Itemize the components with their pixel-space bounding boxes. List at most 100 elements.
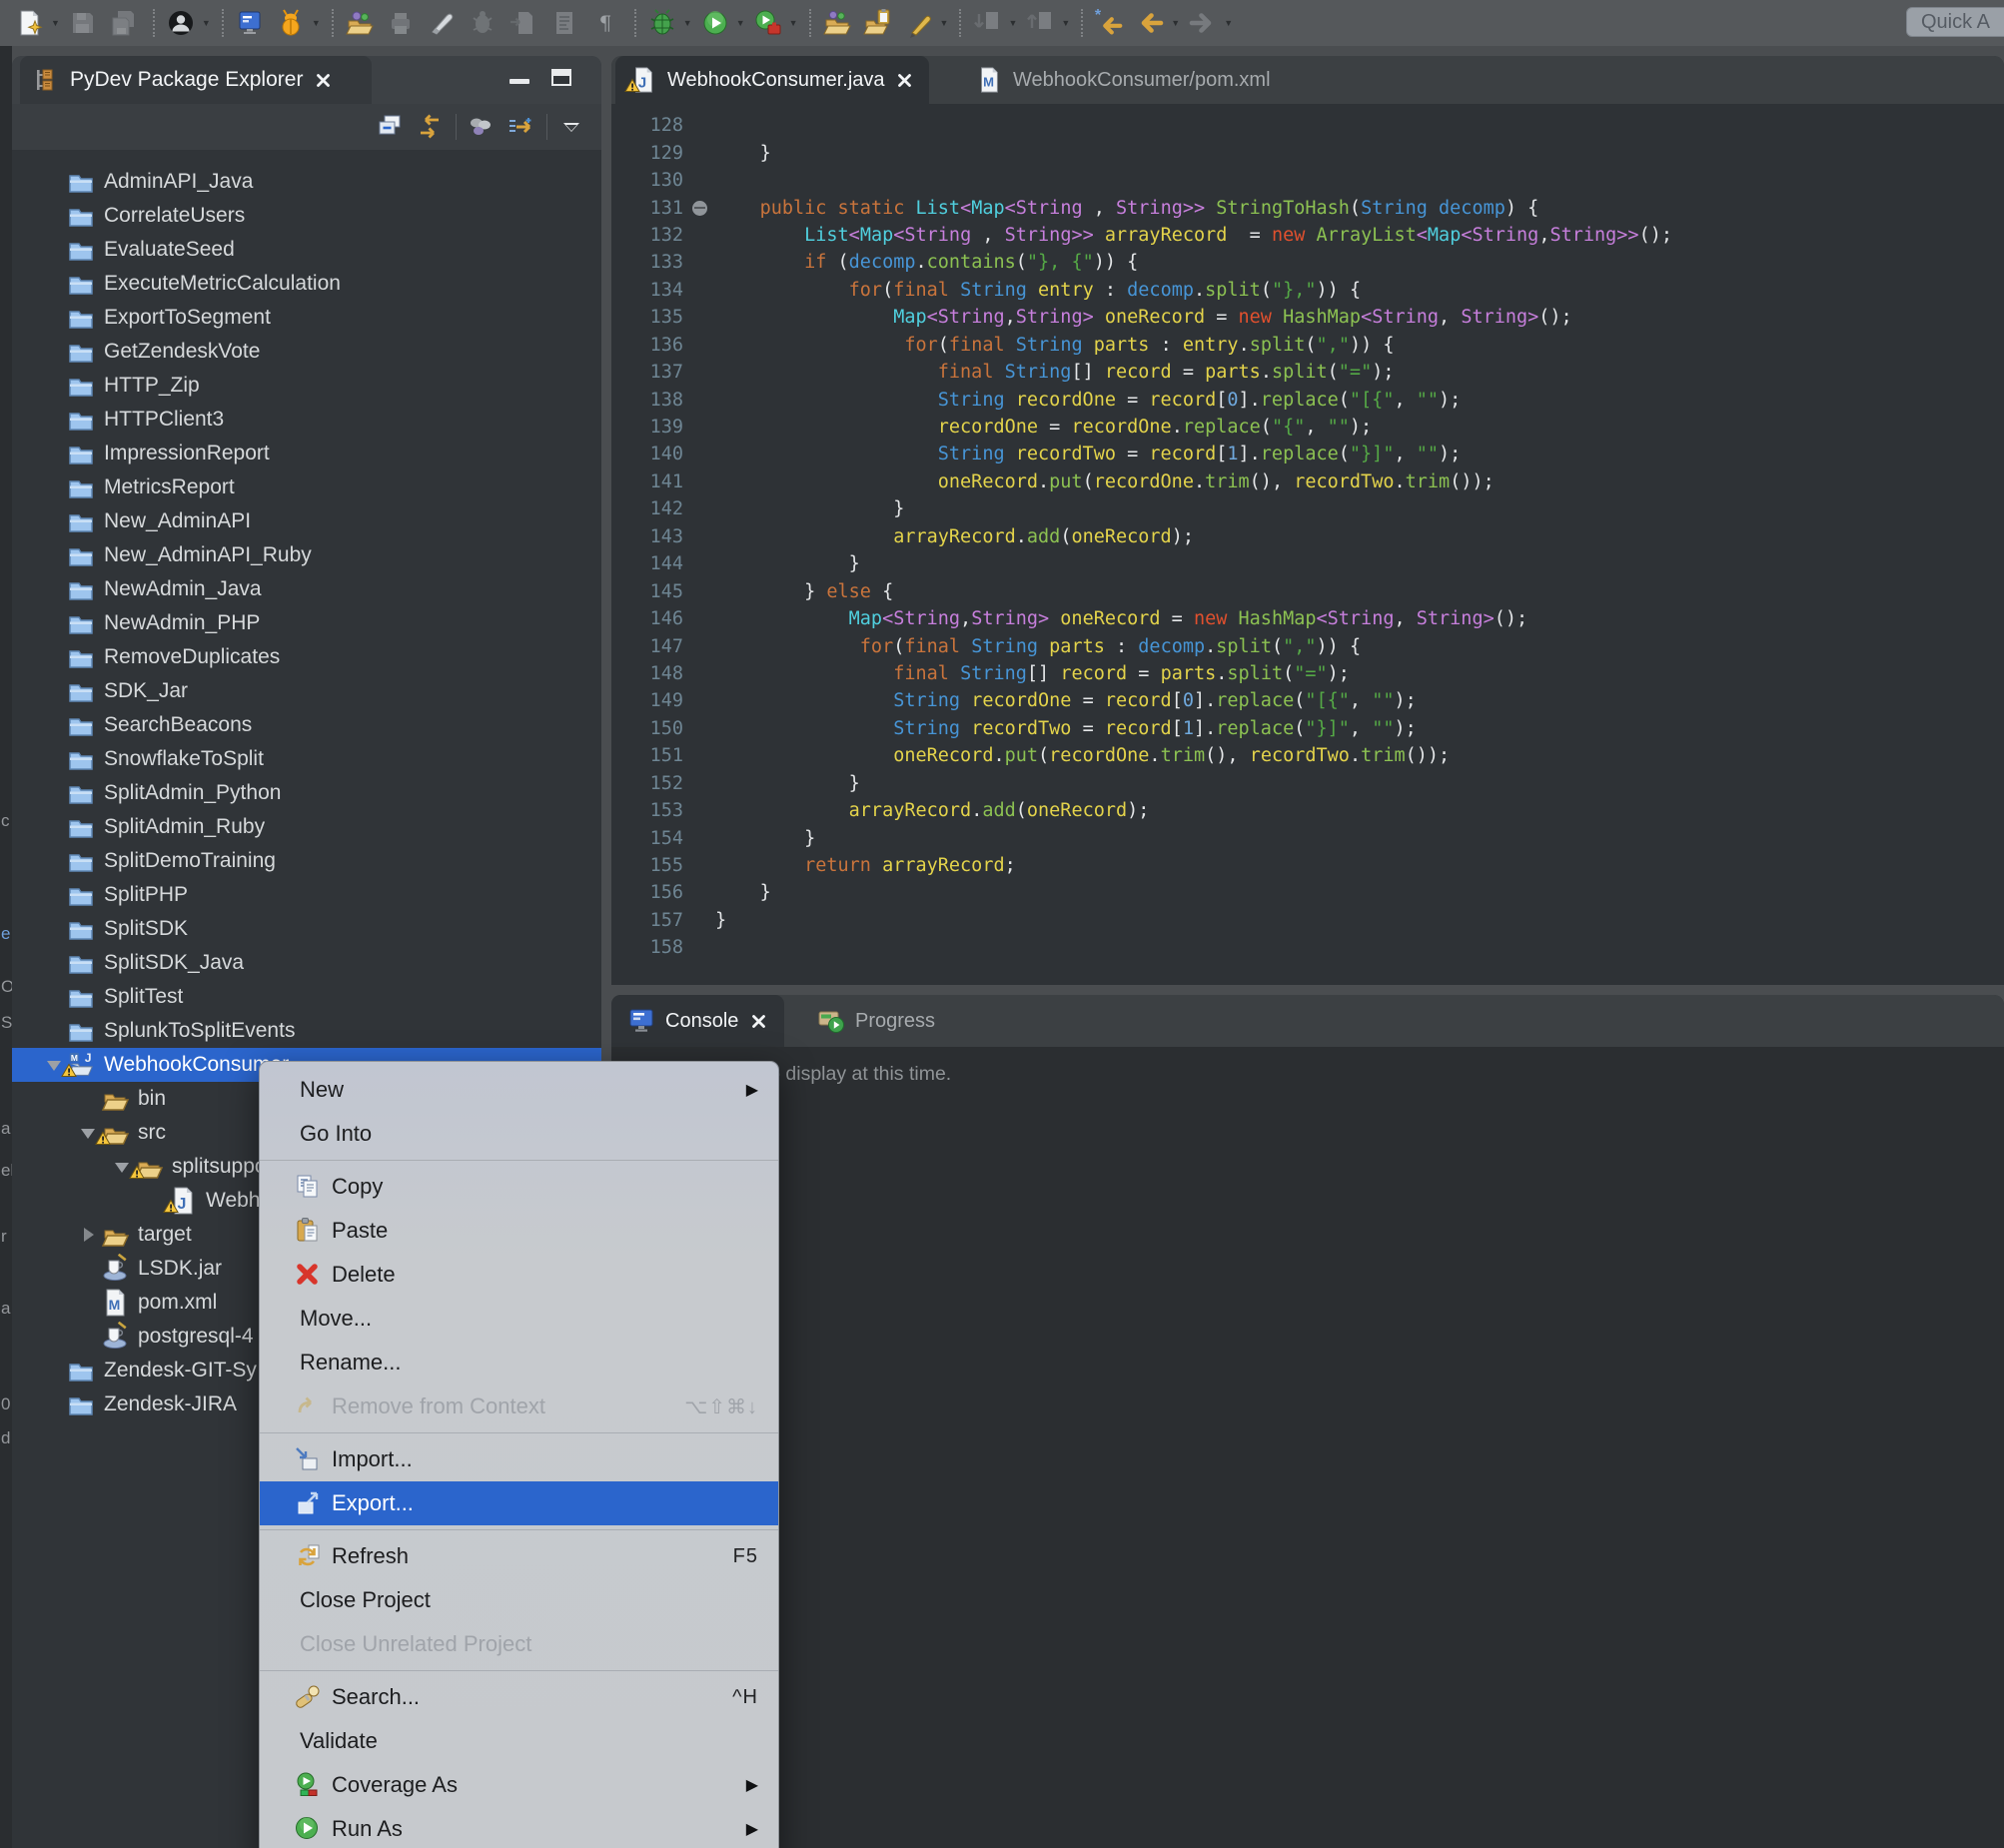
- focus-task-icon[interactable]: [504, 111, 536, 143]
- close-icon[interactable]: [895, 70, 915, 90]
- terminal-icon[interactable]: [234, 7, 266, 39]
- tree-item-searchbeacons[interactable]: SearchBeacons: [12, 708, 601, 742]
- tree-item-splitadmin-ruby[interactable]: SplitAdmin_Ruby: [12, 810, 601, 844]
- new-wizard-icon[interactable]: [14, 7, 46, 39]
- menu-item-import[interactable]: Import...: [260, 1437, 778, 1481]
- tree-item-metricsreport[interactable]: MetricsReport: [12, 470, 601, 504]
- tree-item-splitdemotraining[interactable]: SplitDemoTraining: [12, 844, 601, 878]
- menu-item-close-project[interactable]: Close Project: [260, 1578, 778, 1622]
- menu-item-validate[interactable]: Validate: [260, 1719, 778, 1763]
- chevron-right-icon[interactable]: [76, 1225, 100, 1245]
- tree-item-label: HTTP_Zip: [104, 374, 200, 398]
- tab-pydev-package-explorer[interactable]: PyDev Package Explorer: [20, 56, 372, 104]
- link-editor-icon[interactable]: [414, 111, 446, 143]
- folder-blue-icon: [66, 167, 96, 197]
- collapse-all-icon[interactable]: [374, 111, 406, 143]
- bug-orange-icon[interactable]: [275, 7, 307, 39]
- view-menu-icon[interactable]: [555, 111, 587, 143]
- console-tab-progress[interactable]: Progress: [801, 995, 961, 1047]
- run-icon[interactable]: [699, 7, 731, 39]
- menu-item-search[interactable]: Search...^H: [260, 1675, 778, 1719]
- line-number: 143: [611, 526, 683, 547]
- user-profile-dropdown-icon[interactable]: ▼: [202, 18, 211, 28]
- menu-item-move[interactable]: Move...: [260, 1297, 778, 1341]
- debug-dropdown-icon[interactable]: ▼: [683, 18, 692, 28]
- tree-item-splitphp[interactable]: SplitPHP: [12, 878, 601, 912]
- folder-balls-icon[interactable]: [821, 7, 853, 39]
- menu-item-coverage-as[interactable]: Coverage As▶: [260, 1763, 778, 1807]
- code-area[interactable]: 128129 }130131 public static List<Map<St…: [611, 104, 2004, 985]
- folder-objects-icon[interactable]: [344, 7, 376, 39]
- tree-item-splitsdk-java[interactable]: SplitSDK_Java: [12, 946, 601, 980]
- debug-icon[interactable]: [646, 7, 678, 39]
- bug-orange-dropdown-icon[interactable]: ▼: [312, 18, 321, 28]
- line-number: 154: [611, 828, 683, 849]
- knife-icon[interactable]: [426, 7, 458, 39]
- menu-item-run-as[interactable]: Run As▶: [260, 1807, 778, 1848]
- line-number: 155: [611, 855, 683, 876]
- tree-item-executemetriccalculation[interactable]: ExecuteMetricCalculation: [12, 267, 601, 301]
- doc-arrow-icon: [507, 7, 539, 39]
- tree-item-splitsdk[interactable]: SplitSDK: [12, 912, 601, 946]
- pilcrow-icon[interactable]: ¶: [589, 7, 621, 39]
- console-body[interactable]: No consoles to display at this time.: [611, 1047, 2004, 1848]
- menu-item-rename[interactable]: Rename...: [260, 1341, 778, 1385]
- toolbar-separator: [153, 9, 155, 37]
- quick-access-box[interactable]: Quick A: [1906, 7, 2004, 37]
- down-doc-dropdown-icon: ▼: [1008, 18, 1017, 28]
- tree-item-httpclient3[interactable]: HTTPClient3: [12, 403, 601, 437]
- tree-item-snowflaketosplit[interactable]: SnowflakeToSplit: [12, 742, 601, 776]
- tree-item-new-adminapi[interactable]: New_AdminAPI: [12, 504, 601, 538]
- tree-item-exporttosegment[interactable]: ExportToSegment: [12, 301, 601, 335]
- new-wizard-dropdown-icon[interactable]: ▼: [51, 18, 60, 28]
- tree-item-sdk-jar[interactable]: SDK_Jar: [12, 674, 601, 708]
- back-icon[interactable]: [1134, 7, 1166, 39]
- package-explorer-toolbar: [12, 104, 601, 150]
- menu-item-go-into[interactable]: Go Into: [260, 1112, 778, 1156]
- tree-item-new-adminapi-ruby[interactable]: New_AdminAPI_Ruby: [12, 538, 601, 572]
- packages-icon[interactable]: [465, 111, 497, 143]
- editor-tab-webhookconsumer-pom-xml[interactable]: MWebhookConsumer/pom.xml: [961, 56, 1295, 104]
- tree-item-splittest[interactable]: SplitTest: [12, 980, 601, 1014]
- menu-item-refresh[interactable]: RefreshF5: [260, 1534, 778, 1578]
- tree-item-label: Zendesk-GIT-Sy: [104, 1359, 257, 1383]
- pen-dropdown-icon[interactable]: ▼: [940, 18, 949, 28]
- console-tab-console[interactable]: Console: [611, 995, 784, 1047]
- folder-clipboard-icon[interactable]: [862, 7, 894, 39]
- tree-item-correlateusers[interactable]: CorrelateUsers: [12, 199, 601, 233]
- tree-item-label: GetZendeskVote: [104, 340, 260, 364]
- close-icon[interactable]: [748, 1011, 768, 1031]
- maximize-icon[interactable]: [551, 69, 571, 86]
- back-dropdown-icon[interactable]: ▼: [1171, 18, 1180, 28]
- minimize-icon[interactable]: [509, 79, 529, 84]
- fold-marker-icon[interactable]: [683, 201, 715, 216]
- tree-item-getzendeskvote[interactable]: GetZendeskVote: [12, 335, 601, 369]
- run-dropdown-icon[interactable]: ▼: [736, 18, 745, 28]
- close-icon[interactable]: [313, 70, 333, 90]
- menu-item-new[interactable]: New▶: [260, 1068, 778, 1112]
- pen-icon[interactable]: [903, 7, 935, 39]
- menu-item-copy[interactable]: Copy: [260, 1165, 778, 1209]
- tree-item-splunktosplitevents[interactable]: SplunkToSplitEvents: [12, 1014, 601, 1048]
- tree-item-splitadmin-python[interactable]: SplitAdmin_Python: [12, 776, 601, 810]
- menu-item-export[interactable]: Export...: [260, 1481, 778, 1525]
- run-external-icon[interactable]: [752, 7, 784, 39]
- tree-item-impressionreport[interactable]: ImpressionReport: [12, 437, 601, 470]
- save-icon: [67, 7, 99, 39]
- tree-item-newadmin-java[interactable]: NewAdmin_Java: [12, 572, 601, 606]
- tree-item-http-zip[interactable]: HTTP_Zip: [12, 369, 601, 403]
- user-profile-icon[interactable]: [165, 7, 197, 39]
- run-external-dropdown-icon[interactable]: ▼: [789, 18, 798, 28]
- code-line-145: 145 } else {: [611, 577, 2004, 604]
- menu-item-delete[interactable]: Delete: [260, 1253, 778, 1297]
- editor-tab-webhookconsumer-java[interactable]: JWebhookConsumer.java: [615, 56, 929, 104]
- toolbar-separator: [959, 9, 961, 37]
- tree-item-evaluateseed[interactable]: EvaluateSeed: [12, 233, 601, 267]
- tree-item-newadmin-php[interactable]: NewAdmin_PHP: [12, 606, 601, 640]
- tree-item-adminapi-java[interactable]: AdminAPI_Java: [12, 165, 601, 199]
- tree-item-removeduplicates[interactable]: RemoveDuplicates: [12, 640, 601, 674]
- menu-item-paste[interactable]: Paste: [260, 1209, 778, 1253]
- line-number: 134: [611, 280, 683, 301]
- back-star-icon[interactable]: *: [1093, 7, 1125, 39]
- line-number: 128: [611, 115, 683, 136]
